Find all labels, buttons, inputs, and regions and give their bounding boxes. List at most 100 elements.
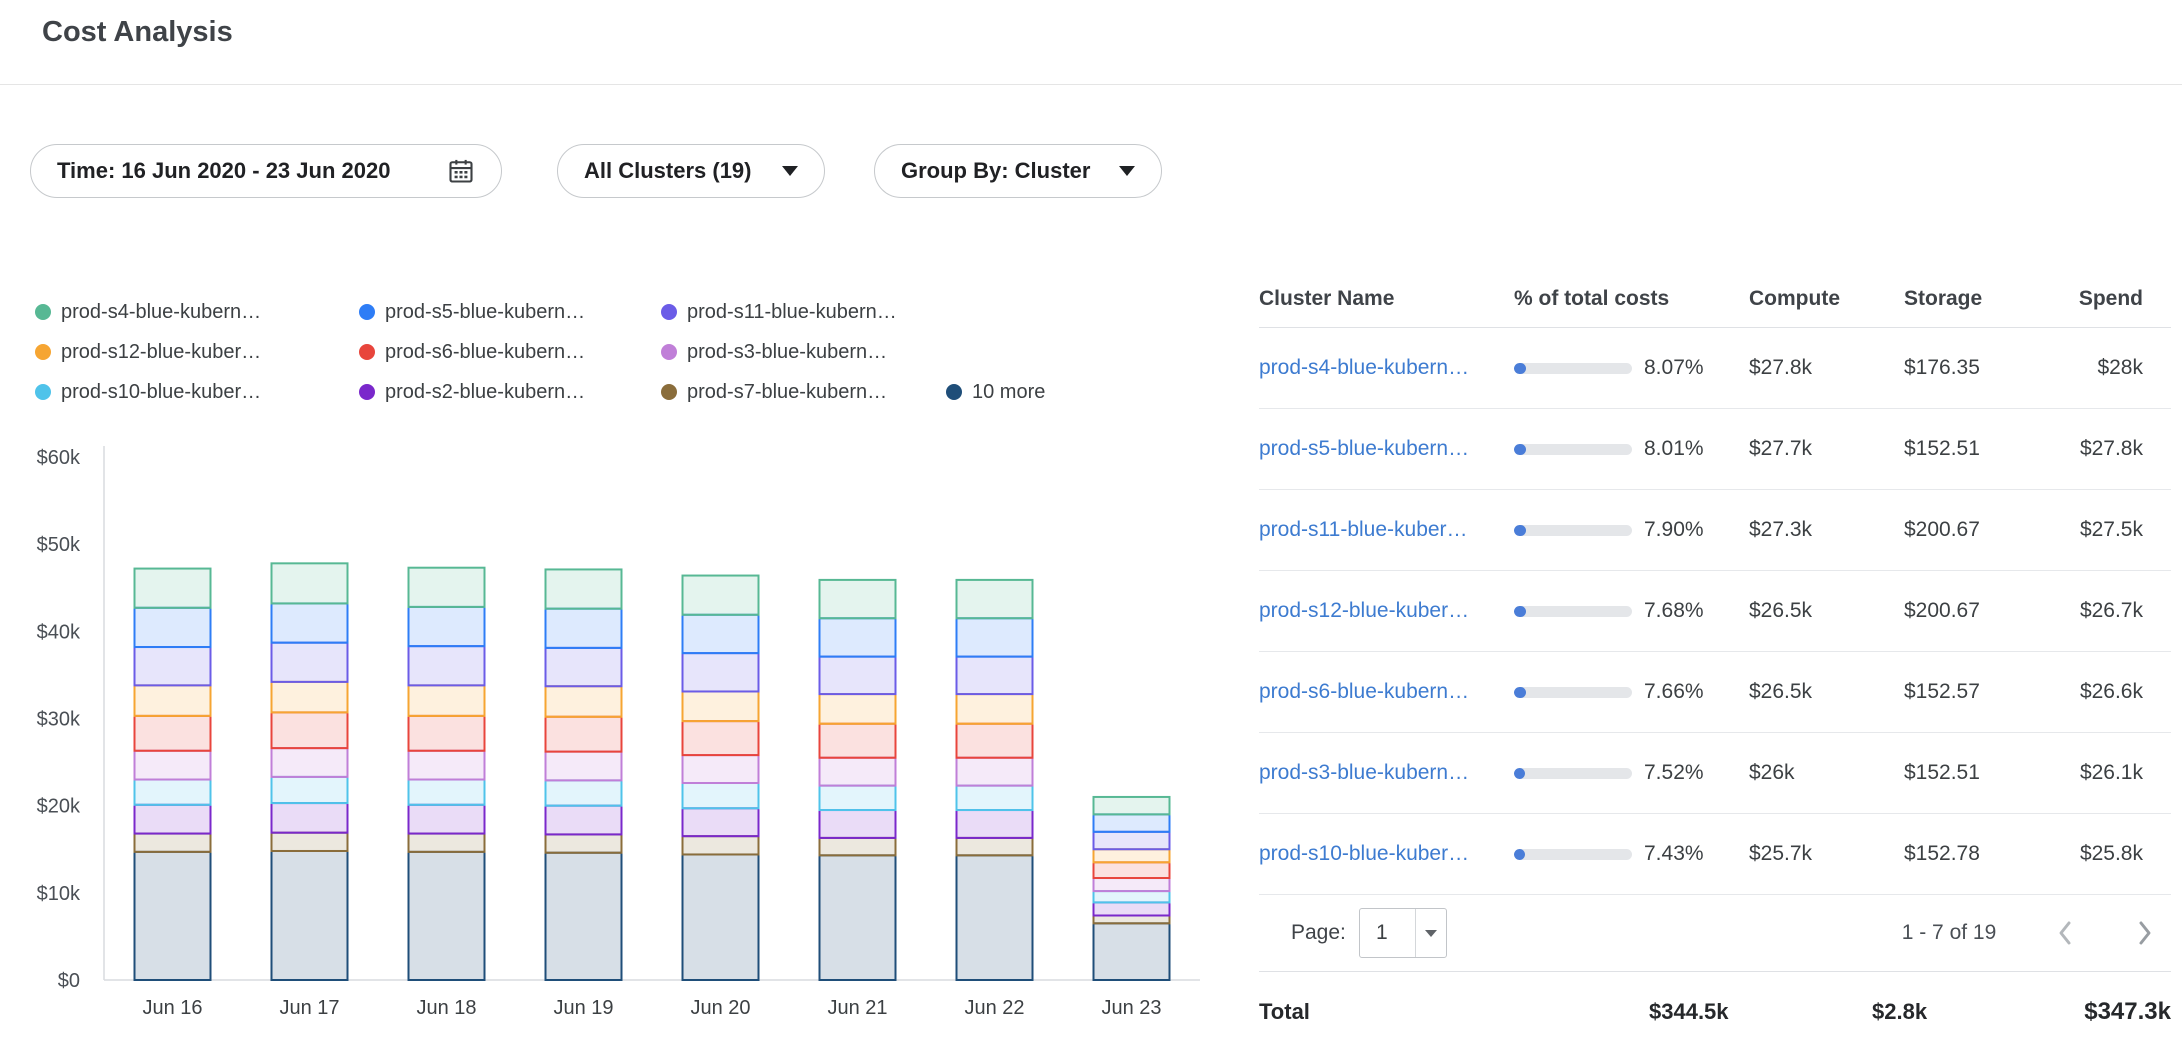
bar-segment[interactable] [683,808,759,836]
bar-segment[interactable] [546,609,622,648]
bar-segment[interactable] [957,724,1033,758]
legend-item[interactable]: prod-s4-blue-kubern… [35,301,359,324]
bar-segment[interactable] [820,580,896,618]
bar-segment[interactable] [409,852,485,980]
bar-segment[interactable] [272,643,348,682]
bar-segment[interactable] [683,755,759,783]
bar-segment[interactable] [957,786,1033,810]
bar-segment[interactable] [135,852,211,980]
cluster-name-link[interactable]: prod-s12-blue-kuber… [1259,599,1469,622]
bar-segment[interactable] [683,783,759,808]
legend-item[interactable]: prod-s5-blue-kubern… [359,301,661,324]
bar-segment[interactable] [272,748,348,777]
bar-segment[interactable] [272,833,348,851]
bar-segment[interactable] [546,834,622,852]
bar-segment[interactable] [820,838,896,855]
bar-segment[interactable] [1094,915,1170,923]
bar-segment[interactable] [957,838,1033,855]
bar-segment[interactable] [546,717,622,752]
bar-segment[interactable] [1094,891,1170,902]
bar-segment[interactable] [546,752,622,781]
bar-segment[interactable] [272,682,348,713]
bar-segment[interactable] [409,834,485,852]
bar-segment[interactable] [957,618,1033,656]
prev-page-icon[interactable] [2055,917,2075,949]
bar-segment[interactable] [957,855,1033,980]
bar-segment[interactable] [683,691,759,721]
page-select[interactable]: 1 [1359,908,1447,958]
legend-item[interactable]: prod-s11-blue-kubern… [661,301,946,324]
bar-segment[interactable] [1094,862,1170,878]
legend-item[interactable]: prod-s10-blue-kuber… [35,381,359,404]
bar-segment[interactable] [135,751,211,780]
next-page-icon[interactable] [2135,917,2155,949]
bar-segment[interactable] [546,853,622,980]
bar-segment[interactable] [409,685,485,716]
bar-segment[interactable] [272,803,348,833]
cluster-name-link[interactable]: prod-s3-blue-kubern… [1259,761,1469,784]
bar-segment[interactable] [546,780,622,805]
bar-segment[interactable] [272,851,348,980]
bar-segment[interactable] [1094,832,1170,849]
bar-segment[interactable] [1094,923,1170,980]
bar-segment[interactable] [957,580,1033,618]
bar-segment[interactable] [546,806,622,835]
bar-segment[interactable] [409,646,485,685]
bar-segment[interactable] [820,657,896,694]
bar-segment[interactable] [820,786,896,810]
bar-segment[interactable] [135,647,211,685]
legend-item[interactable]: prod-s2-blue-kubern… [359,381,661,404]
bar-segment[interactable] [1094,797,1170,814]
clusters-filter[interactable]: All Clusters (19) [557,144,825,198]
legend-item[interactable]: prod-s6-blue-kubern… [359,341,661,364]
bar-segment[interactable] [135,569,211,608]
bar-segment[interactable] [1094,878,1170,891]
bar-segment[interactable] [135,805,211,834]
bar-segment[interactable] [957,657,1033,694]
cluster-name-link[interactable]: prod-s6-blue-kubern… [1259,680,1469,703]
bar-segment[interactable] [820,694,896,724]
bar-segment[interactable] [409,607,485,646]
bar-segment[interactable] [683,576,759,615]
cluster-name-link[interactable]: prod-s4-blue-kubern… [1259,356,1469,379]
bar-segment[interactable] [957,810,1033,838]
bar-segment[interactable] [546,686,622,717]
bar-segment[interactable] [683,653,759,691]
bar-segment[interactable] [272,712,348,748]
bar-segment[interactable] [135,834,211,852]
bar-segment[interactable] [1094,902,1170,915]
bar-segment[interactable] [683,836,759,854]
time-range-filter[interactable]: Time: 16 Jun 2020 - 23 Jun 2020 [30,144,502,198]
bar-segment[interactable] [135,685,211,716]
bar-segment[interactable] [272,603,348,642]
bar-segment[interactable] [546,648,622,686]
bar-segment[interactable] [957,694,1033,724]
bar-segment[interactable] [1094,849,1170,862]
cluster-name-link[interactable]: prod-s5-blue-kubern… [1259,437,1469,460]
bar-segment[interactable] [409,780,485,805]
bar-segment[interactable] [957,758,1033,786]
legend-item[interactable]: 10 more [946,381,1045,404]
bar-segment[interactable] [820,810,896,838]
bar-segment[interactable] [683,721,759,755]
bar-segment[interactable] [272,563,348,603]
bar-segment[interactable] [820,855,896,980]
cluster-name-link[interactable]: prod-s10-blue-kuber… [1259,842,1469,865]
bar-segment[interactable] [135,780,211,805]
bar-segment[interactable] [135,716,211,751]
legend-item[interactable]: prod-s12-blue-kuber… [35,341,359,364]
legend-item[interactable]: prod-s3-blue-kubern… [661,341,946,364]
bar-segment[interactable] [409,568,485,607]
bar-segment[interactable] [820,618,896,656]
bar-segment[interactable] [135,608,211,647]
bar-segment[interactable] [683,854,759,980]
bar-segment[interactable] [546,569,622,608]
bar-segment[interactable] [1094,814,1170,831]
group-by-filter[interactable]: Group By: Cluster [874,144,1162,198]
bar-segment[interactable] [409,751,485,780]
cluster-name-link[interactable]: prod-s11-blue-kuber… [1259,518,1468,541]
bar-segment[interactable] [272,777,348,803]
bar-segment[interactable] [820,724,896,758]
bar-segment[interactable] [820,758,896,786]
legend-item[interactable]: prod-s7-blue-kubern… [661,381,946,404]
